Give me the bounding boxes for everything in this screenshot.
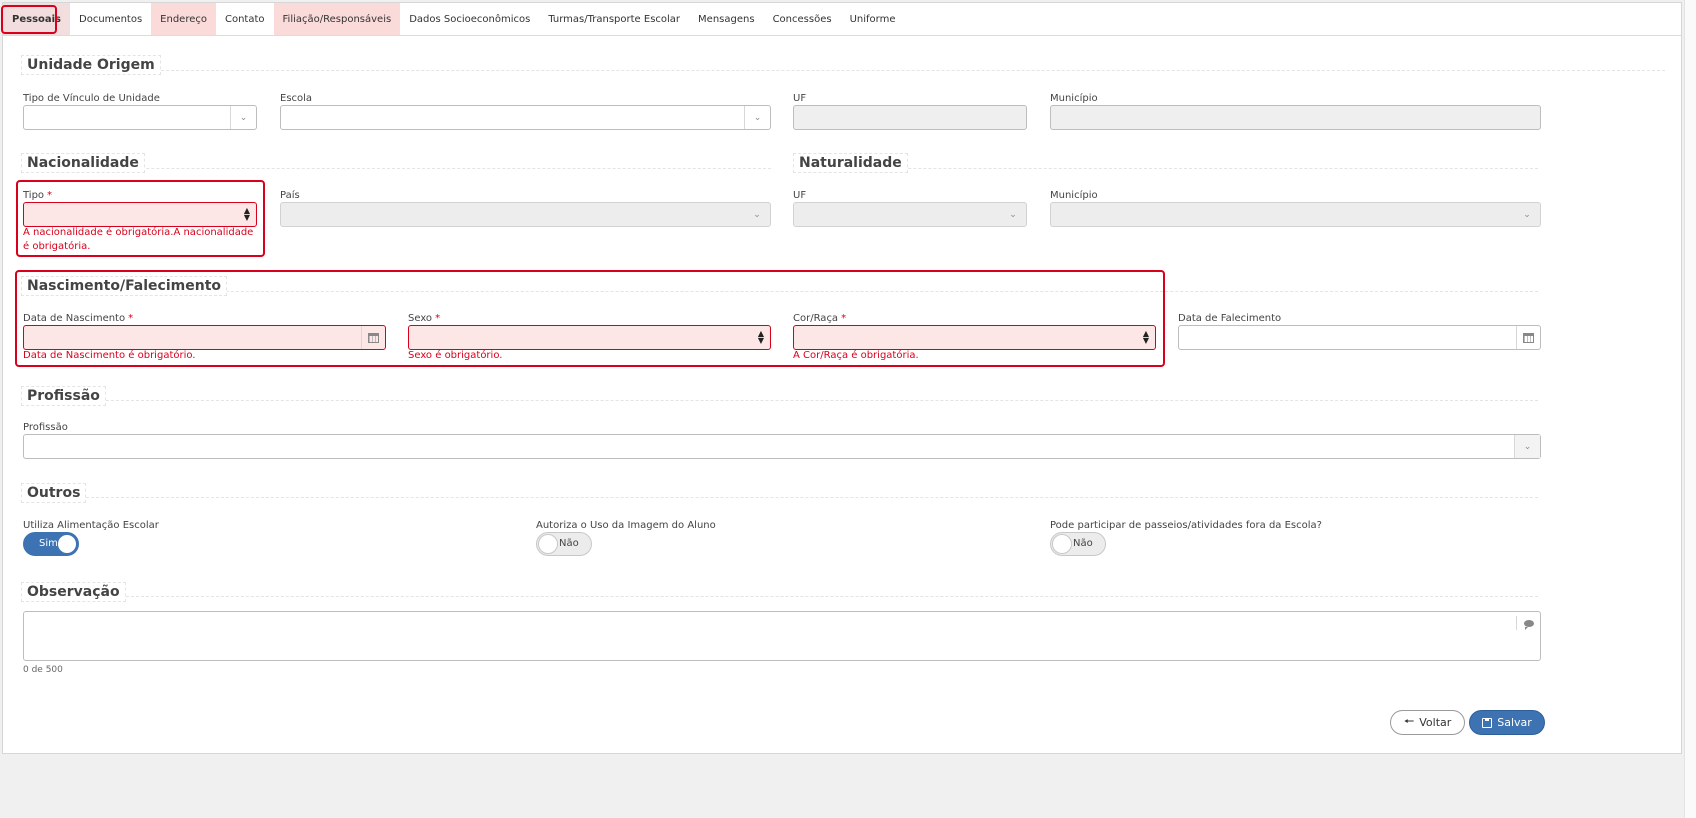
active-tab-highlight [1, 5, 57, 34]
tipo-vinculo-select[interactable]: ⌄ [23, 105, 257, 130]
error-highlight-nascimento [15, 270, 1165, 367]
section-title-outros: Outros [21, 483, 87, 503]
imagem-aluno-toggle[interactable]: Não [536, 532, 592, 556]
passeios-label: Pode participar de passeios/atividades f… [1050, 520, 1322, 531]
section-divider [21, 497, 1538, 498]
uf-origem-field [793, 105, 1027, 130]
municipio-origem-field [1050, 105, 1541, 130]
profissao-label: Profissão [23, 422, 68, 433]
back-button[interactable]: 🠔 Voltar [1390, 710, 1465, 735]
imagem-aluno-toggle-value: Não [559, 538, 579, 549]
section-title-naturalidade: Naturalidade [793, 153, 908, 173]
municipio-naturalidade-select[interactable]: ⌄ [1050, 202, 1541, 227]
escola-select[interactable]: ⌄ [280, 105, 771, 130]
uf-naturalidade-label: UF [793, 190, 807, 201]
tab-turmas-transporte[interactable]: Turmas/Transporte Escolar [539, 3, 689, 35]
vertical-scrollbar[interactable] [1684, 0, 1696, 818]
arrow-left-icon: 🠔 [1403, 714, 1415, 728]
observacao-char-counter: 0 de 500 [23, 665, 63, 675]
tab-uniforme[interactable]: Uniforme [841, 3, 905, 35]
section-divider [21, 70, 1665, 71]
tab-bar: Pessoais Documentos Endereço Contato Fil… [3, 3, 1681, 36]
save-button[interactable]: Salvar [1469, 710, 1545, 735]
section-title-observacao: Observação [21, 582, 126, 602]
toggle-knob [57, 534, 77, 554]
tab-mensagens[interactable]: Mensagens [689, 3, 764, 35]
municipio-naturalidade-label: Município [1050, 190, 1098, 201]
data-falecimento-input[interactable] [1178, 325, 1541, 350]
comment-icon [1516, 616, 1540, 630]
floppy-disk-icon [1482, 717, 1493, 728]
chevron-down-icon: ⌄ [1523, 209, 1531, 220]
form-panel: Pessoais Documentos Endereço Contato Fil… [1, 2, 1682, 754]
chevron-down-icon: ⌄ [1514, 435, 1540, 458]
observacao-textarea[interactable] [23, 611, 1541, 661]
section-title-profissao: Profissão [21, 386, 106, 406]
municipio-origem-label: Município [1050, 93, 1098, 104]
chevron-down-icon: ⌄ [744, 106, 770, 129]
error-highlight-nacionalidade [16, 180, 265, 257]
uf-naturalidade-select[interactable]: ⌄ [793, 202, 1027, 227]
passeios-toggle-value: Não [1073, 538, 1093, 549]
alimentacao-label: Utiliza Alimentação Escolar [23, 520, 159, 531]
section-title-unidade-origem: Unidade Origem [21, 55, 161, 75]
alimentacao-toggle[interactable]: Sim [23, 532, 79, 556]
save-button-label: Salvar [1497, 716, 1532, 729]
imagem-aluno-label: Autoriza o Uso da Imagem do Aluno [536, 520, 716, 531]
tab-dados-socioeconomicos[interactable]: Dados Socioeconômicos [400, 3, 539, 35]
section-title-nacionalidade: Nacionalidade [21, 153, 145, 173]
uf-origem-label: UF [793, 93, 807, 104]
section-divider [21, 400, 1538, 401]
escola-label: Escola [280, 93, 313, 104]
tab-concessoes[interactable]: Concessões [764, 3, 841, 35]
tipo-vinculo-label: Tipo de Vínculo de Unidade [23, 93, 160, 104]
pais-label: País [280, 190, 300, 201]
tab-contato[interactable]: Contato [216, 3, 274, 35]
pais-select[interactable]: ⌄ [280, 202, 771, 227]
back-button-label: Voltar [1419, 716, 1452, 729]
passeios-toggle[interactable]: Não [1050, 532, 1106, 556]
alimentacao-toggle-value: Sim [39, 538, 58, 549]
chevron-down-icon: ⌄ [753, 209, 761, 220]
tab-documentos[interactable]: Documentos [70, 3, 151, 35]
section-divider [21, 596, 1538, 597]
toggle-knob [538, 534, 558, 554]
tab-endereco[interactable]: Endereço [151, 3, 216, 35]
chevron-down-icon: ⌄ [230, 106, 256, 129]
profissao-select[interactable]: ⌄ [23, 434, 1541, 459]
tab-filiacao[interactable]: Filiação/Responsáveis [273, 3, 401, 35]
toggle-knob [1052, 534, 1072, 554]
chevron-down-icon: ⌄ [1009, 209, 1017, 220]
data-falecimento-label: Data de Falecimento [1178, 313, 1282, 324]
calendar-icon[interactable] [1516, 326, 1540, 349]
